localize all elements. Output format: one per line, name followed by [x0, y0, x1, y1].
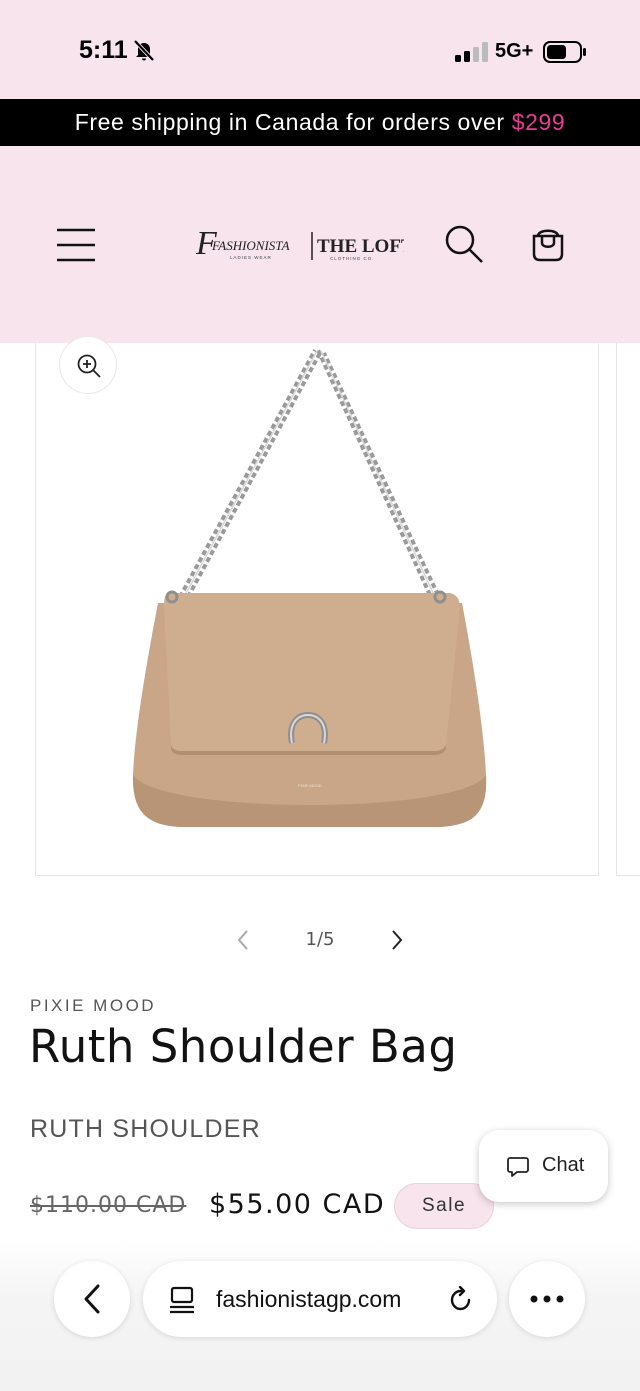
logo-sub-right: CLOTHING CO.	[330, 256, 375, 261]
battery-icon	[543, 41, 586, 63]
product-image[interactable]: PIXIE MOOD	[120, 345, 500, 835]
status-time: 5:11	[79, 36, 128, 64]
price-regular: $110.00 CAD	[30, 1193, 187, 1218]
product-vendor: PIXIE MOOD	[30, 996, 157, 1015]
cart-icon[interactable]	[530, 226, 566, 262]
reload-icon[interactable]	[448, 1286, 474, 1314]
product-subtitle: RUTH SHOULDER	[30, 1115, 261, 1143]
slider-next-icon[interactable]	[388, 929, 406, 951]
product-title: Ruth Shoulder Bag	[29, 1020, 458, 1073]
address-bar[interactable]: fashionistagp.com	[143, 1261, 497, 1337]
product-brand-stamp: PIXIE MOOD	[298, 783, 322, 788]
tab-icon	[170, 1286, 194, 1314]
slider-prev-icon[interactable]	[234, 929, 252, 951]
zoom-button[interactable]	[59, 336, 117, 394]
logo-text-left: FASHIONISTA	[211, 238, 290, 253]
chat-label: Chat	[542, 1154, 585, 1176]
announcement-text: Free shipping in Canada for orders over	[74, 109, 512, 135]
url-text[interactable]: fashionistagp.com	[216, 1286, 401, 1313]
signal-icon	[455, 42, 488, 62]
chat-button[interactable]: Chat	[479, 1130, 608, 1202]
announcement-amount: $299	[511, 109, 566, 135]
slider-counter: 1/5	[305, 929, 335, 950]
more-button[interactable]	[509, 1261, 585, 1337]
logo-sub-left: LADIES WEAR	[230, 255, 272, 260]
announcement-bar: Free shipping in Canada for orders over …	[0, 99, 640, 146]
next-slide-edge	[616, 343, 640, 876]
menu-icon[interactable]	[57, 228, 95, 262]
more-icon	[530, 1295, 564, 1303]
site-logo[interactable]: F FASHIONISTA LADIES WEAR THE LOFT CLOTH…	[196, 226, 404, 266]
status-bar: 5:11 5G+	[0, 0, 640, 99]
back-button[interactable]	[54, 1261, 130, 1337]
logo-text-right: THE LOFT	[317, 236, 404, 257]
sale-badge: Sale	[394, 1183, 494, 1229]
search-icon[interactable]	[444, 224, 484, 264]
chat-bubble-icon	[507, 1157, 529, 1177]
bell-muted-icon	[133, 39, 155, 62]
zoom-in-icon	[77, 354, 101, 378]
price-sale: $55.00 CAD	[209, 1189, 386, 1220]
back-icon	[84, 1284, 100, 1314]
network-label: 5G+	[495, 40, 534, 62]
